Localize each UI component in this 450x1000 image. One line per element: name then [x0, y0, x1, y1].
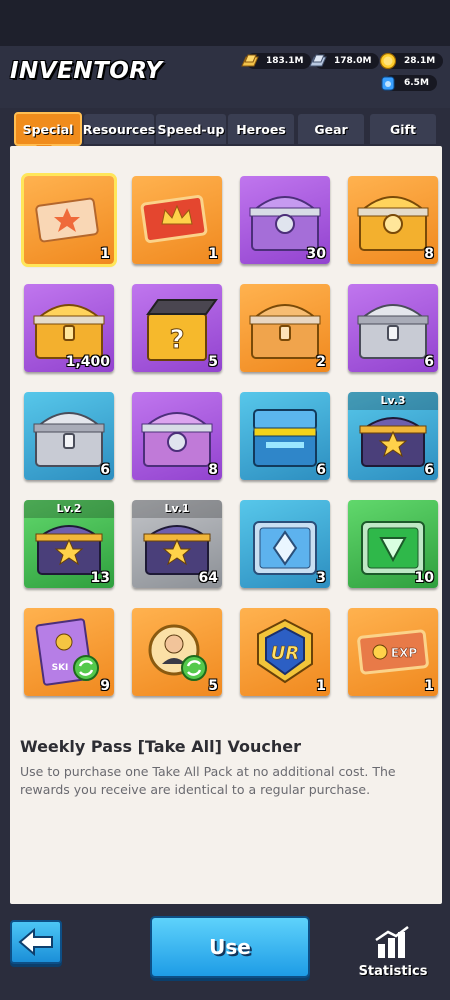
tab-gear[interactable]: Gear — [298, 114, 364, 144]
blue-crystal-icon — [381, 76, 395, 91]
item-quantity: 1 — [316, 678, 326, 694]
item-slot-crystal-chest[interactable]: 3 — [240, 500, 330, 588]
coin-icon — [379, 52, 397, 70]
resource-steel[interactable]: 178.0M — [308, 52, 380, 70]
item-description-title: Weekly Pass [Take All] Voucher — [20, 737, 301, 756]
item-quantity: 8 — [208, 462, 218, 478]
item-slot-silver-chest[interactable]: 6 — [24, 392, 114, 480]
item-slot-crown-ticket[interactable]: 1 — [132, 176, 222, 264]
item-level: Lv.3 — [348, 392, 438, 410]
use-button[interactable]: Use — [150, 916, 310, 978]
item-slot-hero-swap[interactable]: 5 — [132, 608, 222, 696]
steel-ingot-icon — [309, 54, 327, 67]
arrow-left-icon — [18, 927, 53, 957]
statistics-button[interactable]: Statistics — [348, 924, 438, 984]
item-level: Lv.2 — [24, 500, 114, 518]
item-slot-purple-chest[interactable]: 30 — [240, 176, 330, 264]
gold-bar-icon — [241, 54, 259, 67]
item-quantity: 6 — [100, 462, 110, 478]
item-quantity: 6 — [424, 462, 434, 478]
back-button[interactable] — [10, 920, 62, 964]
status-bar — [0, 0, 450, 46]
item-slot-exp-ticket[interactable]: EXP 1 — [348, 608, 438, 696]
item-slot-purple-chest[interactable]: 8 — [132, 392, 222, 480]
item-slot-star-chest-lv1[interactable]: Lv.1 64 — [132, 500, 222, 588]
item-slot-ur-badge[interactable]: UR 1 — [240, 608, 330, 696]
item-quantity: 1 — [100, 246, 110, 262]
resource-crystal[interactable]: 6.5M — [378, 74, 437, 92]
resource-gold[interactable]: 183.1M — [240, 52, 312, 70]
tab-speed-up[interactable]: Speed-up — [156, 114, 226, 144]
item-quantity: 13 — [90, 570, 110, 586]
tab-resources[interactable]: Resources — [83, 114, 155, 144]
item-slot-mystery-box[interactable]: ? 5 — [132, 284, 222, 372]
item-quantity: 10 — [414, 570, 434, 586]
bar-chart-icon — [375, 926, 409, 958]
item-quantity: 6 — [316, 462, 326, 478]
item-quantity: 1,400 — [65, 354, 110, 370]
ur-badge-text: UR — [271, 643, 299, 664]
statistics-label: Statistics — [358, 964, 428, 979]
item-quantity: 64 — [198, 570, 218, 586]
item-quantity: 6 — [424, 354, 434, 370]
item-quantity: 1 — [208, 246, 218, 262]
item-quantity: 30 — [306, 246, 326, 262]
item-slot-silver-chest[interactable]: 6 — [348, 284, 438, 372]
tab-special[interactable]: Special — [14, 112, 82, 153]
item-level: Lv.1 — [132, 500, 222, 518]
item-description-text: Use to purchase one Take All Pack at no … — [20, 764, 396, 797]
resource-coin[interactable]: 28.1M — [378, 52, 444, 70]
item-quantity: 2 — [316, 354, 326, 370]
item-slot-skill-book[interactable]: SKI 9 — [24, 608, 114, 696]
item-quantity: 3 — [316, 570, 326, 586]
item-quantity: 1 — [424, 678, 434, 694]
item-quantity: 5 — [208, 354, 218, 370]
item-slot-star-chest-lv2[interactable]: Lv.2 13 — [24, 500, 114, 588]
item-slot-tech-chest[interactable]: 6 — [240, 392, 330, 480]
tab-heroes[interactable]: Heroes — [228, 114, 294, 144]
item-quantity: 9 — [100, 678, 110, 694]
page-title: INVENTORY — [10, 58, 163, 84]
skill-book-text: SKI — [52, 663, 69, 673]
item-slot-gold-chest[interactable]: 1,400 — [24, 284, 114, 372]
tab-gift[interactable]: Gift — [370, 114, 436, 144]
item-quantity: 8 — [424, 246, 434, 262]
item-slot-orange-chest[interactable]: 2 — [240, 284, 330, 372]
svg-text:?: ? — [169, 325, 184, 355]
item-quantity: 5 — [208, 678, 218, 694]
item-slot-voucher[interactable]: 1 — [21, 173, 117, 267]
category-tabs: Special Resources Speed-up Heroes Gear G… — [10, 112, 440, 153]
item-slot-star-chest-lv3[interactable]: Lv.3 6 — [348, 392, 438, 480]
item-slot-emerald-chest[interactable]: 10 — [348, 500, 438, 588]
exp-ticket-text: EXP — [391, 646, 417, 660]
item-slot-gold-chest[interactable]: 8 — [348, 176, 438, 264]
